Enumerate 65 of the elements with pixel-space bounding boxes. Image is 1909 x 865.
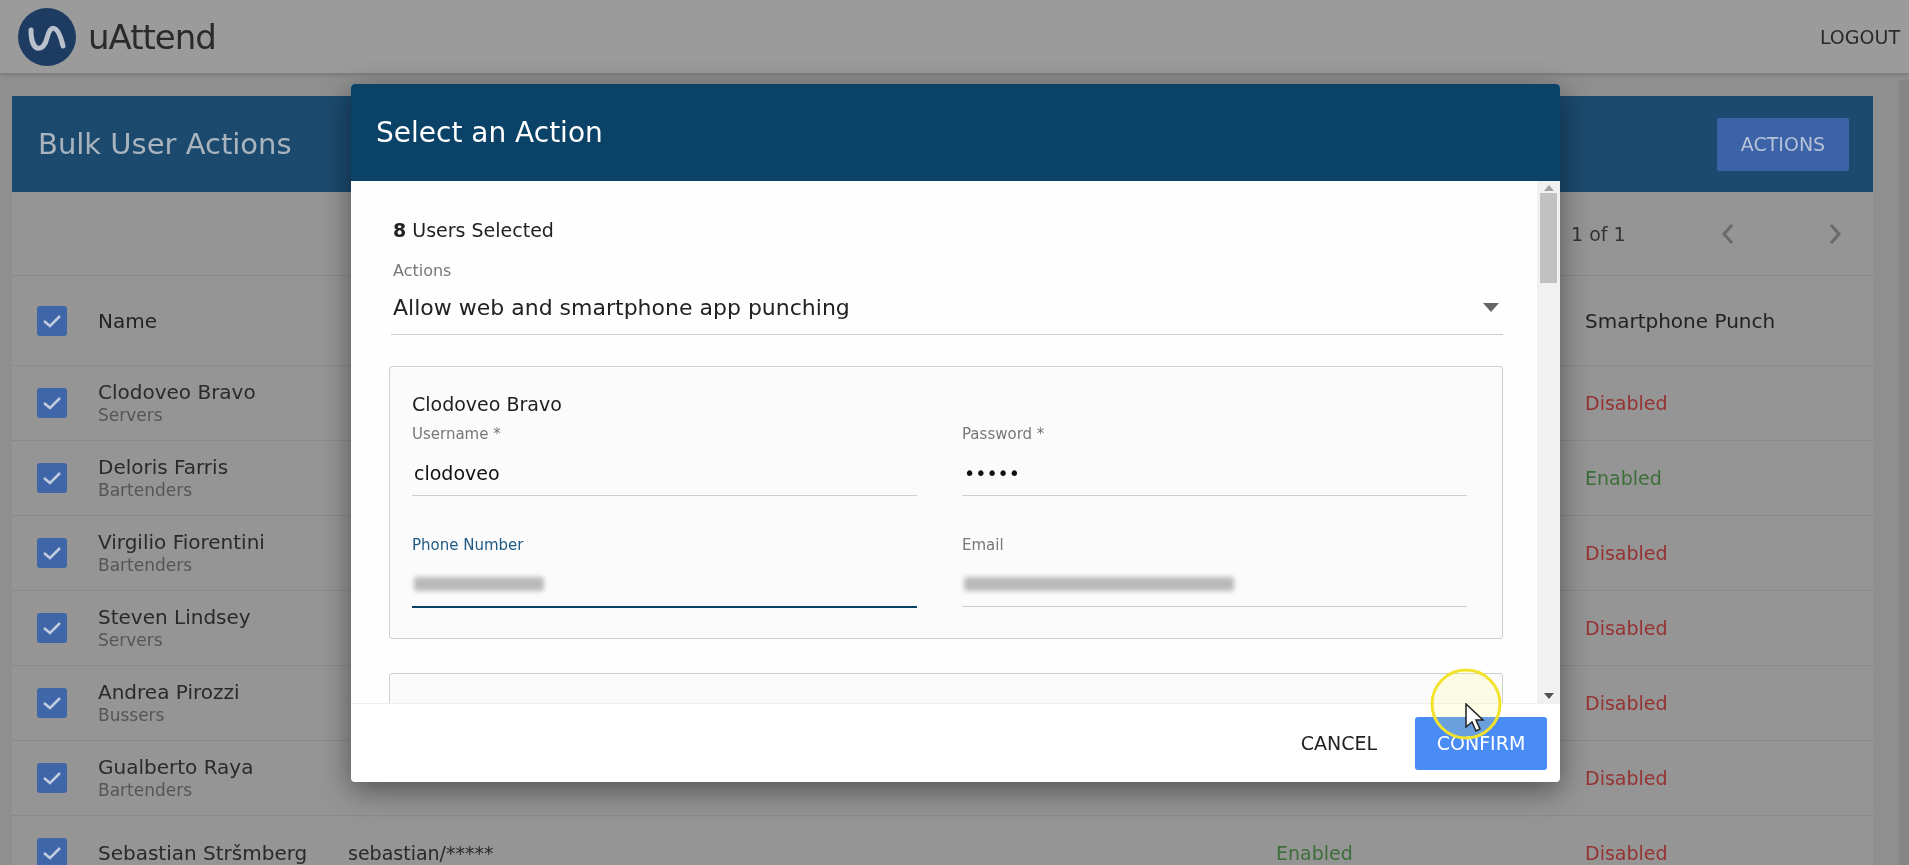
check-icon — [42, 395, 62, 411]
dialog-title: Select an Action — [376, 116, 603, 149]
status-text: Disabled — [1585, 542, 1669, 564]
check-icon — [42, 845, 62, 861]
status-text: Disabled — [1585, 767, 1669, 789]
status-text: Disabled — [1585, 842, 1669, 864]
cancel-button[interactable]: CANCEL — [1300, 732, 1377, 754]
checkbox[interactable] — [37, 305, 67, 336]
logo-text: uAttend — [88, 16, 216, 57]
input-field[interactable]: clodoveo — [412, 451, 917, 496]
checkbox[interactable] — [37, 463, 67, 493]
status-text: Enabled — [1585, 467, 1663, 489]
field-label: Password * — [962, 425, 1046, 443]
checkbox[interactable] — [37, 688, 67, 718]
check-icon — [42, 620, 62, 636]
user-name: Gualberto Raya — [98, 755, 255, 779]
user-group: Servers — [98, 629, 348, 651]
scrollbar-thumb[interactable] — [1540, 193, 1557, 283]
user-group: Bartenders — [98, 479, 348, 501]
checkbox[interactable] — [37, 613, 67, 643]
page-indicator: 1 of 1 — [1571, 222, 1627, 245]
check-icon — [42, 312, 62, 329]
checkbox[interactable] — [37, 538, 67, 568]
check-icon — [42, 470, 62, 486]
selected-count: 8 Users Selected — [393, 219, 555, 241]
column-header: Smartphone Punch — [1585, 308, 1777, 333]
field-label: Username * — [412, 425, 502, 443]
status-text: Disabled — [1585, 692, 1669, 714]
logo-icon — [18, 7, 76, 66]
field-label: Actions — [393, 261, 453, 280]
scroll-down-icon[interactable] — [1543, 693, 1554, 699]
status-text: Enabled — [1276, 842, 1354, 864]
panel-title: Bulk User Actions — [38, 127, 292, 161]
scrollbar[interactable] — [1537, 181, 1560, 703]
column-header: Name — [98, 308, 158, 333]
check-icon — [42, 770, 62, 786]
checkbox[interactable] — [37, 838, 67, 865]
user-group: Servers — [98, 404, 348, 426]
user-group: Bartenders — [98, 554, 348, 576]
check-icon — [42, 545, 62, 561]
field-label: Phone Number — [412, 536, 525, 554]
user-group: Bussers — [98, 704, 348, 726]
user-name: Sebastian Stršmberg — [98, 841, 309, 865]
user-name: Clodoveo Bravo — [412, 393, 563, 415]
user-name: Virgilio Fiorentini — [98, 530, 266, 554]
previous-page-icon[interactable] — [1721, 222, 1735, 245]
cursor-icon — [1465, 703, 1485, 733]
user-name: Deloris Farris — [98, 455, 230, 479]
action-dropdown[interactable]: Allow web and smartphone app punching — [391, 280, 1503, 335]
next-page-icon[interactable] — [1828, 222, 1842, 245]
user-name: Andrea Pirozzi — [98, 680, 241, 704]
user-group: Bartenders — [98, 779, 348, 801]
check-icon — [42, 695, 62, 711]
checkbox[interactable] — [37, 388, 67, 418]
caret-icon — [1483, 302, 1499, 312]
user-name: Clodoveo Bravo — [98, 380, 257, 404]
scroll-up-icon[interactable] — [1543, 185, 1554, 191]
status-text: Disabled — [1585, 617, 1669, 639]
user-name: Steven Lindsey — [98, 605, 252, 629]
input-field[interactable]: ••••• — [962, 451, 1467, 496]
status-text: Disabled — [1585, 392, 1669, 414]
logout-link[interactable]: LOGOUT — [1819, 25, 1900, 48]
field-label: Email — [962, 536, 1005, 554]
checkbox[interactable] — [37, 763, 67, 793]
table-cell: sebastian/***** — [348, 842, 494, 864]
